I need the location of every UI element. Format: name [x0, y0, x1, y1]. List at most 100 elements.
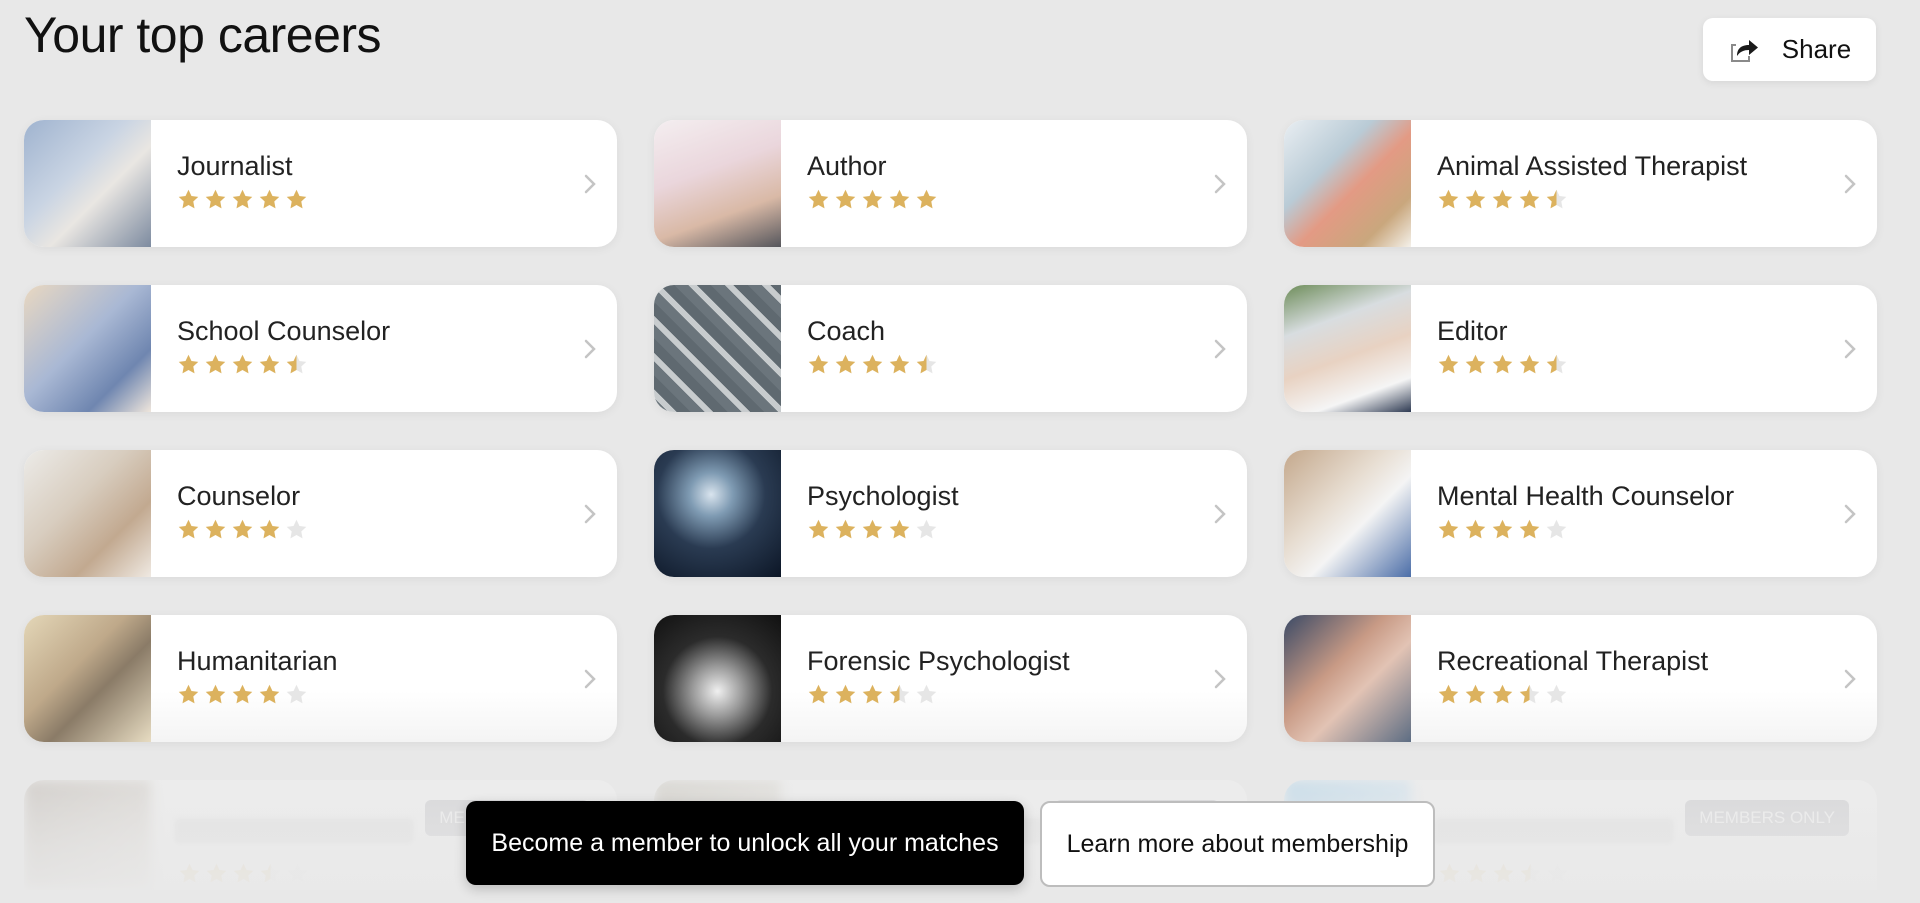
star-rating — [1437, 188, 1877, 216]
chevron-right-icon — [583, 668, 597, 690]
career-info: Animal Assisted Therapist — [1411, 151, 1877, 216]
star-half-icon — [285, 353, 308, 381]
career-name: Mental Health Counselor — [1437, 481, 1735, 511]
star-rating — [177, 353, 617, 381]
star-filled-icon — [258, 353, 281, 381]
star-filled-icon — [834, 188, 857, 216]
career-card[interactable]: Journalist — [24, 120, 617, 247]
star-filled-icon — [888, 518, 911, 546]
star-filled-icon — [834, 518, 857, 546]
star-filled-icon — [861, 353, 884, 381]
career-name: Animal Assisted Therapist — [1437, 151, 1748, 181]
star-filled-icon — [1491, 518, 1514, 546]
chevron-right-icon — [1843, 173, 1857, 195]
career-name: Counselor — [177, 481, 301, 511]
star-filled-icon — [1491, 188, 1514, 216]
chevron-right-icon — [583, 503, 597, 525]
star-rating — [807, 518, 1247, 546]
career-card[interactable]: Editor — [1284, 285, 1877, 412]
star-filled-icon — [258, 518, 281, 546]
career-card[interactable]: Mental Health Counselor — [1284, 450, 1877, 577]
star-filled-icon — [1464, 683, 1487, 711]
star-rating — [1437, 353, 1877, 381]
career-name: Journalist — [177, 151, 293, 181]
star-half-icon — [1518, 683, 1541, 711]
share-icon — [1728, 36, 1760, 64]
chevron-right-icon — [1213, 503, 1227, 525]
star-filled-icon — [1437, 683, 1460, 711]
star-filled-icon — [861, 188, 884, 216]
career-name: Coach — [807, 316, 886, 346]
career-info: Editor — [1411, 316, 1877, 381]
chevron-right-icon — [583, 338, 597, 360]
career-thumbnail — [24, 120, 151, 247]
star-filled-icon — [1437, 188, 1460, 216]
career-info: Psychologist — [781, 481, 1247, 546]
star-empty-icon — [285, 683, 308, 711]
star-filled-icon — [1491, 353, 1514, 381]
star-rating — [177, 683, 617, 711]
star-filled-icon — [1437, 353, 1460, 381]
career-name: Author — [807, 151, 887, 181]
star-filled-icon — [231, 188, 254, 216]
star-half-icon — [1545, 188, 1568, 216]
career-thumbnail — [1284, 615, 1411, 742]
star-filled-icon — [807, 353, 830, 381]
career-card[interactable]: Forensic Psychologist — [654, 615, 1247, 742]
star-rating — [807, 188, 1247, 216]
career-name: Recreational Therapist — [1437, 646, 1709, 676]
career-card[interactable]: Psychologist — [654, 450, 1247, 577]
page: Your top careers Share Journalist Author — [0, 0, 1920, 903]
become-member-button[interactable]: Become a member to unlock all your match… — [466, 801, 1024, 885]
chevron-right-icon — [1213, 338, 1227, 360]
star-filled-icon — [177, 353, 200, 381]
star-rating — [1437, 683, 1877, 711]
career-name: Forensic Psychologist — [807, 646, 1070, 676]
star-filled-icon — [231, 353, 254, 381]
career-info: School Counselor — [151, 316, 617, 381]
star-half-icon — [915, 353, 938, 381]
page-title: Your top careers — [24, 7, 382, 63]
career-info: Forensic Psychologist — [781, 646, 1247, 711]
career-card[interactable]: Recreational Therapist — [1284, 615, 1877, 742]
share-button[interactable]: Share — [1703, 18, 1876, 81]
star-empty-icon — [915, 518, 938, 546]
chevron-right-icon — [1843, 668, 1857, 690]
career-thumbnail — [24, 450, 151, 577]
career-card[interactable]: Author — [654, 120, 1247, 247]
learn-more-membership-button[interactable]: Learn more about membership — [1040, 801, 1435, 887]
career-thumbnail — [654, 120, 781, 247]
star-filled-icon — [1518, 353, 1541, 381]
career-card[interactable]: School Counselor — [24, 285, 617, 412]
career-thumbnail — [24, 285, 151, 412]
career-card[interactable]: Coach — [654, 285, 1247, 412]
star-filled-icon — [861, 518, 884, 546]
share-label: Share — [1781, 34, 1852, 64]
star-filled-icon — [1437, 518, 1460, 546]
star-half-icon — [1545, 353, 1568, 381]
star-filled-icon — [1518, 188, 1541, 216]
career-info: Author — [781, 151, 1247, 216]
career-thumbnail — [654, 615, 781, 742]
career-thumbnail — [24, 615, 151, 742]
chevron-right-icon — [1213, 173, 1227, 195]
star-filled-icon — [807, 188, 830, 216]
star-empty-icon — [1545, 518, 1568, 546]
career-thumbnail — [1284, 120, 1411, 247]
career-thumbnail — [654, 450, 781, 577]
star-filled-icon — [231, 683, 254, 711]
star-half-icon — [888, 683, 911, 711]
career-card[interactable]: Humanitarian — [24, 615, 617, 742]
career-card[interactable]: Animal Assisted Therapist — [1284, 120, 1877, 247]
star-rating — [177, 518, 617, 546]
star-filled-icon — [231, 518, 254, 546]
star-rating — [807, 353, 1247, 381]
star-filled-icon — [834, 683, 857, 711]
career-info: Humanitarian — [151, 646, 617, 711]
career-info: Coach — [781, 316, 1247, 381]
career-card[interactable]: Counselor — [24, 450, 617, 577]
career-name: Psychologist — [807, 481, 959, 511]
star-filled-icon — [204, 353, 227, 381]
star-filled-icon — [285, 188, 308, 216]
career-info: Recreational Therapist — [1411, 646, 1877, 711]
